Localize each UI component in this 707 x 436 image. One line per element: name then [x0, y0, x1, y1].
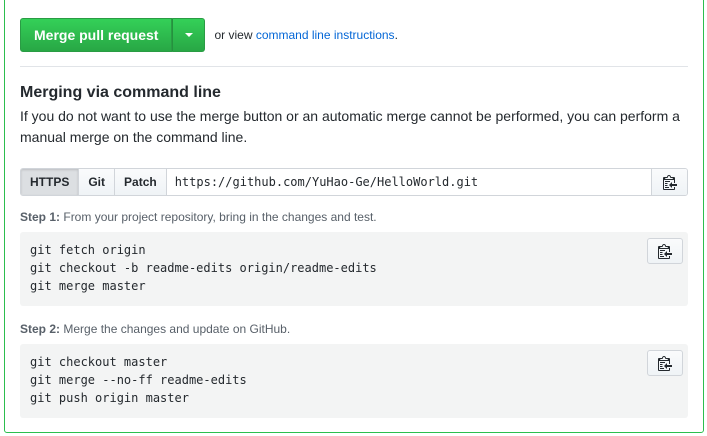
step-2-title: Step 2: — [20, 322, 61, 336]
merge-button-group: Merge pull request — [20, 18, 206, 52]
code-line: git merge master — [30, 279, 146, 293]
hint-suffix: . — [394, 28, 398, 42]
command-line-instructions-link[interactable]: command line instructions — [256, 28, 395, 42]
merge-pull-request-button[interactable]: Merge pull request — [20, 18, 173, 52]
step-1-label: Step 1: From your project repository, br… — [20, 210, 377, 224]
step-1-text: From your project repository, bring in t… — [63, 210, 377, 224]
clone-url-group: HTTPS Git Patch — [20, 168, 688, 196]
code-line: git checkout master — [30, 355, 168, 369]
code-line: git merge --no-ff readme-edits — [30, 373, 247, 387]
merge-row: Merge pull request or view command line … — [20, 18, 398, 52]
cli-description: If you do not want to use the merge butt… — [20, 108, 680, 145]
copy-step-2-button[interactable] — [647, 350, 683, 376]
command-line-hint: or view command line instructions. — [214, 28, 397, 42]
protocol-tab-git[interactable]: Git — [79, 169, 116, 195]
divider — [20, 66, 688, 67]
step-1-code-block: git fetch origin git checkout -b readme-… — [20, 232, 688, 306]
clippy-icon — [658, 356, 672, 371]
protocol-tab-patch[interactable]: Patch — [115, 169, 167, 195]
clippy-icon — [662, 175, 677, 190]
merge-options-dropdown-button[interactable] — [172, 18, 206, 52]
caret-down-icon — [184, 33, 193, 37]
copy-step-1-button[interactable] — [647, 238, 683, 264]
step-2-code-block: git checkout master git merge --no-ff re… — [20, 344, 688, 418]
cli-heading: Merging via command line — [20, 84, 221, 101]
code-line: git fetch origin — [30, 243, 146, 257]
protocol-tab-https[interactable]: HTTPS — [21, 169, 80, 195]
step-2-label: Step 2: Merge the changes and update on … — [20, 322, 290, 336]
code-line: git checkout -b readme-edits origin/read… — [30, 261, 377, 275]
hint-prefix: or view — [214, 28, 253, 42]
step-1-title: Step 1: — [20, 210, 61, 224]
clone-url-input[interactable] — [166, 169, 651, 195]
code-line: git push origin master — [30, 391, 189, 405]
clippy-icon — [658, 244, 672, 259]
copy-url-button[interactable] — [651, 169, 687, 195]
step-2-text: Merge the changes and update on GitHub. — [63, 322, 291, 336]
